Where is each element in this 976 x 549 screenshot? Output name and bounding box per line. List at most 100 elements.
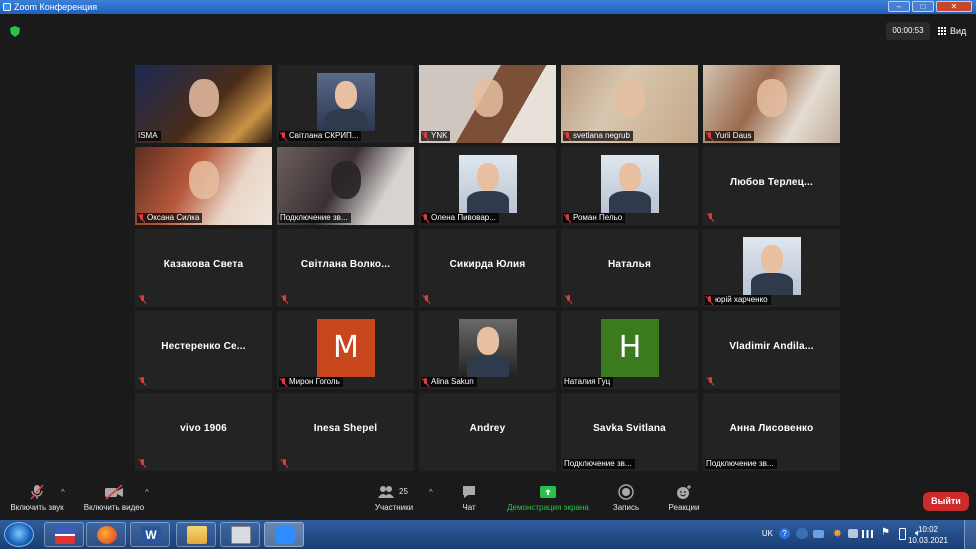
shield-icon[interactable] — [10, 26, 20, 37]
participant-photo — [459, 319, 517, 377]
participant-face — [188, 161, 219, 199]
maximize-button[interactable]: □ — [912, 1, 934, 12]
participant-tile[interactable]: Inesa Shepel — [277, 393, 414, 471]
participant-name: YNK — [431, 131, 448, 140]
participant-photo — [601, 155, 659, 213]
participant-tile[interactable]: Анна Лисовенко Подключение зв... — [703, 393, 840, 471]
participant-tile[interactable]: M Мирон Гоголь — [277, 311, 414, 389]
participant-face — [477, 327, 499, 355]
participant-name: Любов Терлец... — [730, 177, 813, 188]
taskbar-app-calculator[interactable] — [220, 522, 260, 547]
participant-name-label: Yurii Daus — [705, 131, 755, 141]
mic-muted-icon — [138, 213, 145, 223]
connection-status-label: Подключение зв... — [705, 459, 777, 469]
reactions-button[interactable]: Реакции — [664, 484, 704, 512]
close-button[interactable]: ✕ — [936, 1, 972, 12]
participant-tile[interactable]: Нестеренко Се... — [135, 311, 272, 389]
minimize-button[interactable]: – — [888, 1, 910, 12]
participant-tile[interactable]: Подключение зв... — [277, 147, 414, 225]
participant-body — [467, 191, 509, 213]
participant-name-label: Мирон Гоголь — [279, 377, 343, 387]
chat-label: Чат — [462, 503, 476, 512]
participant-face — [330, 161, 361, 199]
participant-tile[interactable]: svetlana negrub — [561, 65, 698, 143]
participant-face — [619, 163, 641, 191]
participant-tile[interactable]: Andrey — [419, 393, 556, 471]
chat-button[interactable]: Чат — [454, 484, 484, 512]
unmute-button[interactable]: Включить звук — [6, 484, 68, 512]
window-titlebar: Zoom Конференция – □ ✕ — [0, 0, 976, 14]
audio-options-caret[interactable]: ^ — [61, 488, 65, 497]
participant-face — [188, 79, 219, 117]
avast-icon[interactable]: ✸ — [833, 527, 842, 540]
leave-button[interactable]: Выйти — [923, 492, 969, 511]
participant-tile[interactable]: vivo 1906 — [135, 393, 272, 471]
share-screen-button[interactable]: Демонстрация экрана — [502, 484, 594, 512]
participant-tile[interactable]: юрій харченко — [703, 229, 840, 307]
participant-tile[interactable]: Наталья — [561, 229, 698, 307]
participant-body — [467, 355, 509, 377]
participant-name-label: Alina Sakun — [421, 377, 477, 387]
battery-icon[interactable] — [899, 528, 906, 540]
participant-tile[interactable]: Yurii Daus — [703, 65, 840, 143]
mic-muted-icon — [423, 295, 430, 304]
participant-name: Анна Лисовенко — [729, 423, 814, 434]
help-icon[interactable]: ? — [779, 528, 790, 539]
taskbar-app-word[interactable]: W — [130, 522, 170, 547]
participant-name: Наталья — [608, 259, 651, 270]
participant-tile[interactable]: Світлана СКРИП... — [277, 65, 414, 143]
participant-name: Andrey — [469, 423, 506, 434]
participant-tile[interactable]: Сикирда Юлия — [419, 229, 556, 307]
mic-muted-icon — [706, 131, 713, 141]
taskbar-app-firefox[interactable] — [86, 522, 126, 547]
participant-tile[interactable]: ISMA — [135, 65, 272, 143]
participant-tile[interactable]: Олена Пивовар... — [419, 147, 556, 225]
meeting-area: 00:00:53 Вид ISMA Світлана СКРИП... YNK sve… — [0, 14, 976, 484]
start-video-button[interactable]: Включить видео — [80, 484, 148, 512]
device-icon[interactable] — [848, 529, 858, 538]
meeting-timer: 00:00:53 — [886, 22, 930, 40]
participant-tile[interactable]: Казакова Света — [135, 229, 272, 307]
mic-muted-icon — [280, 377, 287, 387]
participants-button[interactable]: 25 Участники — [370, 484, 418, 512]
video-options-caret[interactable]: ^ — [145, 488, 149, 497]
network-signal-icon[interactable] — [862, 530, 873, 538]
participant-tile[interactable]: Любов Терлец... — [703, 147, 840, 225]
view-button[interactable]: Вид — [938, 22, 966, 40]
view-label: Вид — [950, 26, 967, 36]
participant-face — [477, 163, 499, 191]
participant-tile[interactable]: Роман Пельо — [561, 147, 698, 225]
participants-options-caret[interactable]: ^ — [429, 488, 433, 497]
language-indicator[interactable]: UK — [762, 529, 773, 538]
participant-tile[interactable]: Savka Svitlana Подключение зв... — [561, 393, 698, 471]
zoom-app-icon — [3, 3, 11, 11]
globe-icon[interactable] — [796, 528, 808, 539]
participant-tile[interactable]: H Наталия Гуц — [561, 311, 698, 389]
show-desktop-button[interactable] — [964, 520, 976, 549]
flag-tray-icon[interactable]: ⚑ — [881, 527, 890, 538]
taskbar-app-zoom[interactable] — [264, 522, 304, 547]
participant-tile[interactable]: Alina Sakun — [419, 311, 556, 389]
participant-face — [761, 245, 783, 273]
unmute-label: Включить звук — [10, 503, 64, 512]
zoom-tray-icon[interactable] — [813, 530, 824, 538]
start-button[interactable] — [4, 522, 34, 547]
participant-name: Inesa Shepel — [313, 423, 378, 434]
share-screen-label: Демонстрация экрана — [507, 503, 589, 512]
taskbar-app-flag[interactable] — [44, 522, 84, 547]
camera-off-icon — [80, 484, 148, 500]
participant-name-label: Подключение зв... — [279, 213, 351, 223]
taskbar-clock[interactable]: 10:02 10.03.2021 — [908, 524, 948, 546]
record-button[interactable]: Запись — [608, 484, 644, 512]
participant-tile[interactable]: Світлана Волко... — [277, 229, 414, 307]
participant-name: Сикирда Юлия — [449, 259, 526, 270]
participant-tile[interactable]: YNK — [419, 65, 556, 143]
chat-icon — [454, 484, 484, 500]
participant-tile[interactable]: Vladimir Andila... — [703, 311, 840, 389]
participant-tile[interactable]: Оксана Силка — [135, 147, 272, 225]
clock-date: 10.03.2021 — [907, 536, 948, 545]
participant-name-label: Оксана Силка — [137, 213, 203, 223]
participant-name: Alina Sakun — [431, 377, 474, 386]
taskbar-app-explorer[interactable] — [176, 522, 216, 547]
participant-name: Наталия Гуц — [564, 377, 611, 386]
